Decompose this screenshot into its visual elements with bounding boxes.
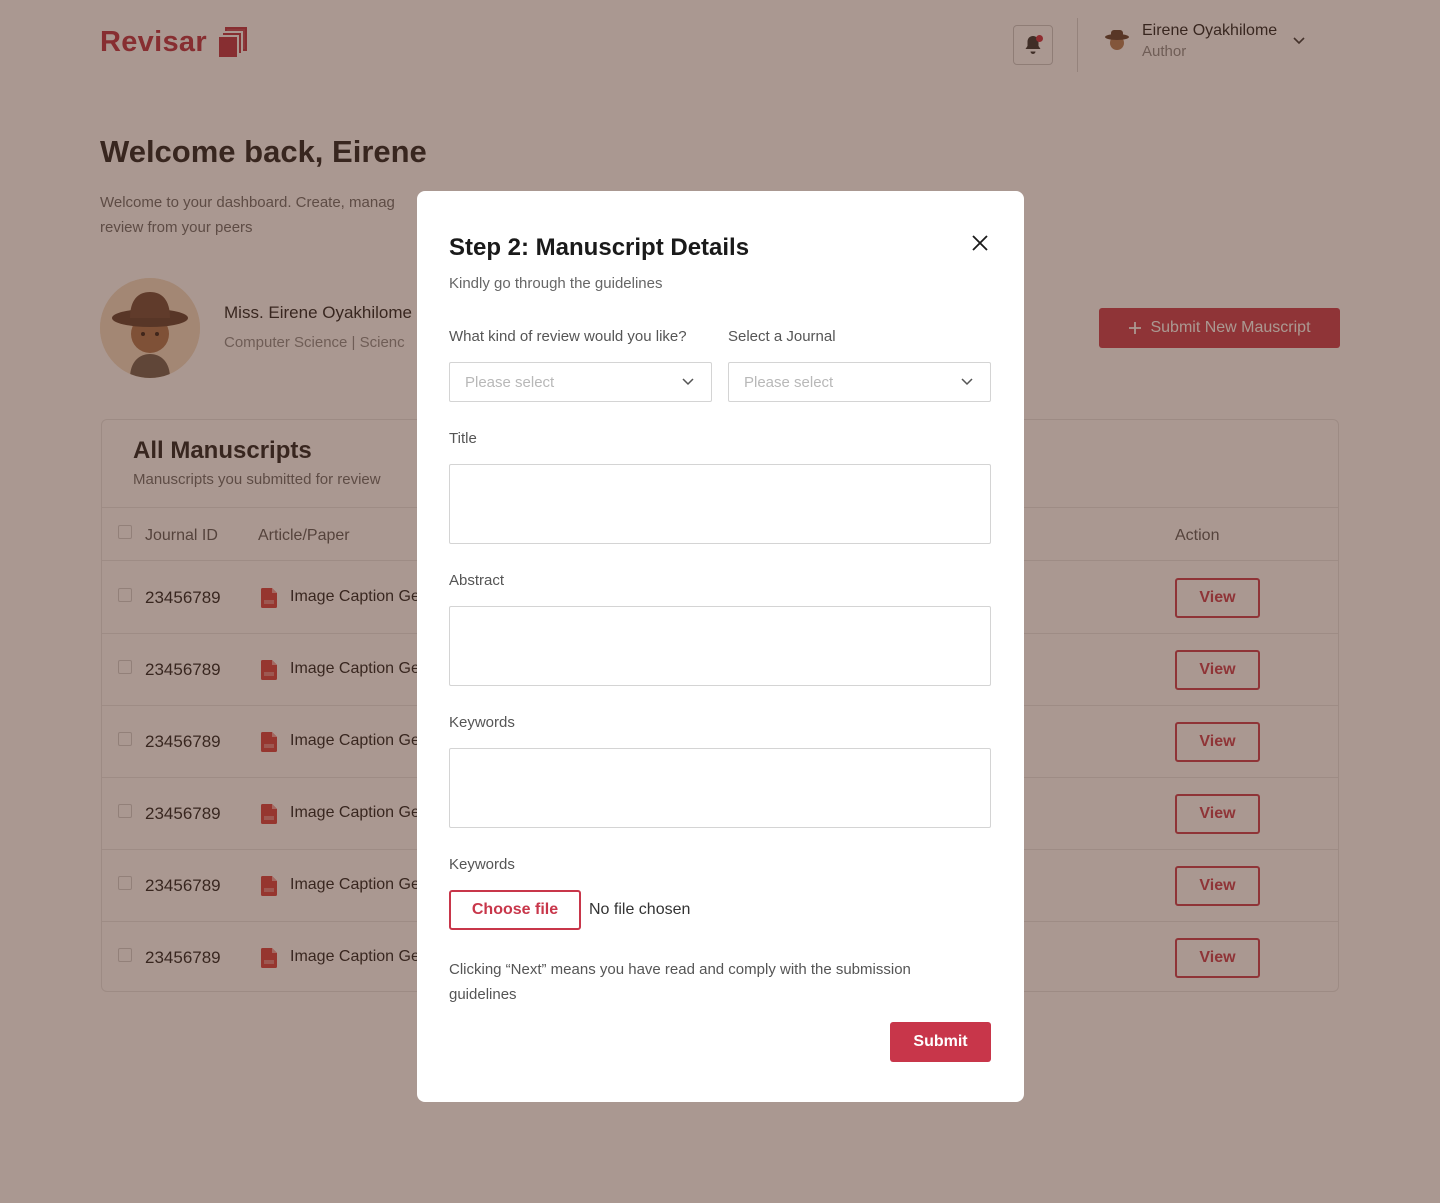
keywords-label: Keywords: [449, 714, 515, 731]
title-label: Title: [449, 430, 477, 447]
review-type-label: What kind of review would you like?: [449, 328, 687, 345]
review-type-placeholder: Please select: [465, 374, 555, 391]
journal-label: Select a Journal: [728, 328, 836, 345]
choose-file-button[interactable]: Choose file: [449, 890, 581, 930]
guidelines-notice: Clicking “Next” means you have read and …: [449, 961, 911, 1003]
modal-title: Step 2: Manuscript Details: [449, 234, 750, 261]
close-icon[interactable]: [970, 233, 990, 253]
dashboard-page: Revisar Eirene Oyakhilome Author Welcome…: [0, 0, 1440, 1203]
chevron-down-icon: [682, 378, 694, 386]
journal-select[interactable]: Please select: [728, 362, 991, 402]
manuscript-details-modal: Step 2: Manuscript Details Kindly go thr…: [417, 191, 1024, 1102]
submit-button[interactable]: Submit: [890, 1022, 991, 1062]
review-type-select[interactable]: Please select: [449, 362, 712, 402]
abstract-input[interactable]: [449, 606, 991, 686]
chevron-down-icon: [961, 378, 973, 386]
keywords-input[interactable]: [449, 748, 991, 828]
file-label: Keywords: [449, 856, 515, 873]
journal-placeholder: Please select: [744, 374, 834, 391]
modal-subtitle: Kindly go through the guidelines: [449, 275, 663, 292]
abstract-label: Abstract: [449, 572, 505, 589]
file-status: No file chosen: [589, 901, 691, 918]
title-input[interactable]: [449, 464, 991, 544]
